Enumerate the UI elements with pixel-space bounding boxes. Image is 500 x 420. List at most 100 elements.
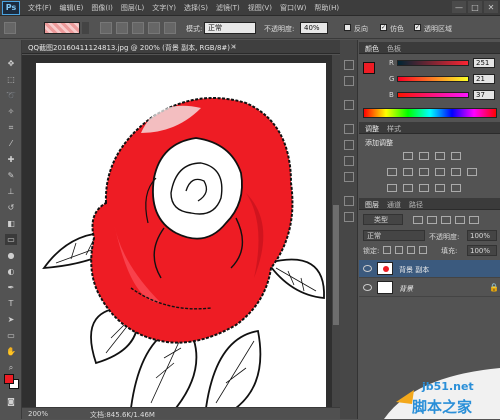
magic-wand-tool-icon[interactable]: ✧ (5, 106, 17, 117)
reverse-checkbox[interactable] (344, 24, 351, 31)
dither-checkbox[interactable]: ✓ (380, 24, 387, 31)
layer-name[interactable]: 背景 副本 (399, 265, 429, 275)
tab-swatches[interactable]: 色板 (387, 44, 401, 54)
tab-channels[interactable]: 通道 (387, 200, 401, 210)
lock-pixels-icon[interactable] (395, 246, 403, 254)
channel-mixer-icon[interactable] (467, 168, 477, 176)
lock-position-icon[interactable] (407, 246, 415, 254)
menu-help[interactable]: 帮助(H) (314, 3, 339, 13)
minimize-button[interactable]: — (452, 1, 466, 13)
hand-tool-icon[interactable]: ✋ (5, 346, 17, 357)
history-panel-icon[interactable] (344, 60, 354, 70)
curves-icon[interactable] (435, 152, 445, 160)
mode-dropdown[interactable]: 正常 (204, 22, 256, 34)
info-panel-icon[interactable] (344, 100, 354, 110)
filter-shape-icon[interactable] (455, 216, 465, 224)
close-button[interactable]: ✕ (484, 1, 498, 13)
color-spectrum-bar[interactable] (363, 108, 497, 118)
tab-color[interactable]: 颜色 (365, 44, 379, 54)
visibility-eye-icon[interactable] (363, 284, 372, 291)
hue-saturation-icon[interactable] (403, 168, 413, 176)
blend-mode-dropdown[interactable]: 正常 (363, 230, 425, 241)
type-tool-icon[interactable]: T (5, 298, 17, 309)
menu-select[interactable]: 选择(S) (184, 3, 208, 13)
levels-icon[interactable] (419, 152, 429, 160)
tab-adjustments[interactable]: 调整 (365, 124, 379, 134)
gradient-preview-swatch[interactable] (44, 22, 80, 34)
pen-tool-icon[interactable]: ✒ (5, 282, 17, 293)
path-selection-tool-icon[interactable]: ➤ (5, 314, 17, 325)
clone-source-panel-icon[interactable] (344, 172, 354, 182)
crop-tool-icon[interactable]: ⌗ (5, 122, 17, 133)
red-slider[interactable] (397, 60, 469, 66)
healing-brush-tool-icon[interactable]: ✚ (5, 154, 17, 165)
menu-window[interactable]: 窗口(W) (280, 3, 306, 13)
scrollbar-thumb[interactable] (333, 205, 339, 325)
clone-stamp-tool-icon[interactable]: ⊥ (5, 186, 17, 197)
gradient-map-icon[interactable] (435, 184, 445, 192)
document-canvas[interactable] (36, 63, 326, 407)
move-tool-icon[interactable]: ✥ (5, 58, 17, 69)
green-value-field[interactable]: 21 (473, 74, 495, 84)
blur-tool-icon[interactable]: ● (5, 250, 17, 261)
layer-filter-dropdown[interactable]: 类型 (363, 214, 403, 225)
paragraph-panel-icon[interactable] (344, 212, 354, 222)
tab-layers[interactable]: 图层 (365, 200, 379, 210)
brush-presets-panel-icon[interactable] (344, 156, 354, 166)
properties-panel-icon[interactable] (344, 124, 354, 134)
maximize-button[interactable]: □ (468, 1, 482, 13)
invert-icon[interactable] (387, 184, 397, 192)
menu-view[interactable]: 视图(V) (248, 3, 272, 13)
layer-row-background[interactable]: 背景 🔒 (359, 279, 500, 297)
color-panel-foreground-swatch[interactable] (363, 62, 375, 74)
document-tab[interactable]: QQ截图20160411124813.jpg @ 200% (背景 副本, RG… (22, 40, 340, 54)
layer-opacity-field[interactable]: 100% (467, 230, 497, 241)
menu-file[interactable]: 文件(F) (28, 3, 52, 13)
exposure-icon[interactable] (451, 152, 461, 160)
tab-styles[interactable]: 样式 (387, 124, 401, 134)
dodge-tool-icon[interactable]: ◐ (5, 266, 17, 277)
filter-smart-object-icon[interactable] (469, 216, 479, 224)
blue-slider[interactable] (397, 92, 469, 98)
quick-mask-icon[interactable]: ◙ (5, 396, 17, 407)
menu-image[interactable]: 图像(I) (91, 3, 113, 13)
lock-transparency-icon[interactable] (383, 246, 391, 254)
posterize-icon[interactable] (403, 184, 413, 192)
filter-adjustment-icon[interactable] (427, 216, 437, 224)
opacity-field[interactable]: 40% (300, 22, 328, 34)
green-slider[interactable] (397, 76, 469, 82)
visibility-eye-icon[interactable] (363, 265, 372, 272)
red-value-field[interactable]: 251 (473, 58, 495, 68)
menu-filter[interactable]: 滤镜(T) (216, 3, 240, 13)
eyedropper-tool-icon[interactable]: ⁄ (5, 138, 17, 149)
gradient-dropdown-arrow-icon[interactable] (82, 22, 89, 34)
zoom-level[interactable]: 200% (28, 410, 48, 418)
photo-filter-icon[interactable] (451, 168, 461, 176)
diamond-gradient-icon[interactable] (164, 22, 176, 34)
blue-value-field[interactable]: 37 (473, 90, 495, 100)
transparency-checkbox[interactable]: ✓ (414, 24, 421, 31)
menu-edit[interactable]: 编辑(E) (60, 3, 84, 13)
selective-color-icon[interactable] (451, 184, 461, 192)
color-balance-icon[interactable] (419, 168, 429, 176)
canvas-area[interactable] (22, 55, 332, 407)
close-document-icon[interactable]: × (230, 42, 237, 51)
menu-type[interactable]: 文字(Y) (152, 3, 176, 13)
threshold-icon[interactable] (419, 184, 429, 192)
menu-layer[interactable]: 图层(L) (121, 3, 144, 13)
history-brush-tool-icon[interactable]: ↺ (5, 202, 17, 213)
vibrance-icon[interactable] (387, 168, 397, 176)
black-white-icon[interactable] (435, 168, 445, 176)
vertical-scrollbar[interactable] (332, 55, 340, 407)
angle-gradient-icon[interactable] (132, 22, 144, 34)
lock-all-icon[interactable] (419, 246, 427, 254)
zoom-tool-icon[interactable]: ⌕ (5, 362, 17, 373)
filter-type-icon[interactable] (441, 216, 451, 224)
lasso-tool-icon[interactable]: ➰ (5, 90, 17, 101)
shape-tool-icon[interactable]: ▭ (5, 330, 17, 341)
tab-paths[interactable]: 路径 (409, 200, 423, 210)
brightness-contrast-icon[interactable] (403, 152, 413, 160)
linear-gradient-icon[interactable] (100, 22, 112, 34)
filter-pixel-icon[interactable] (413, 216, 423, 224)
marquee-tool-icon[interactable]: ⬚ (5, 74, 17, 85)
